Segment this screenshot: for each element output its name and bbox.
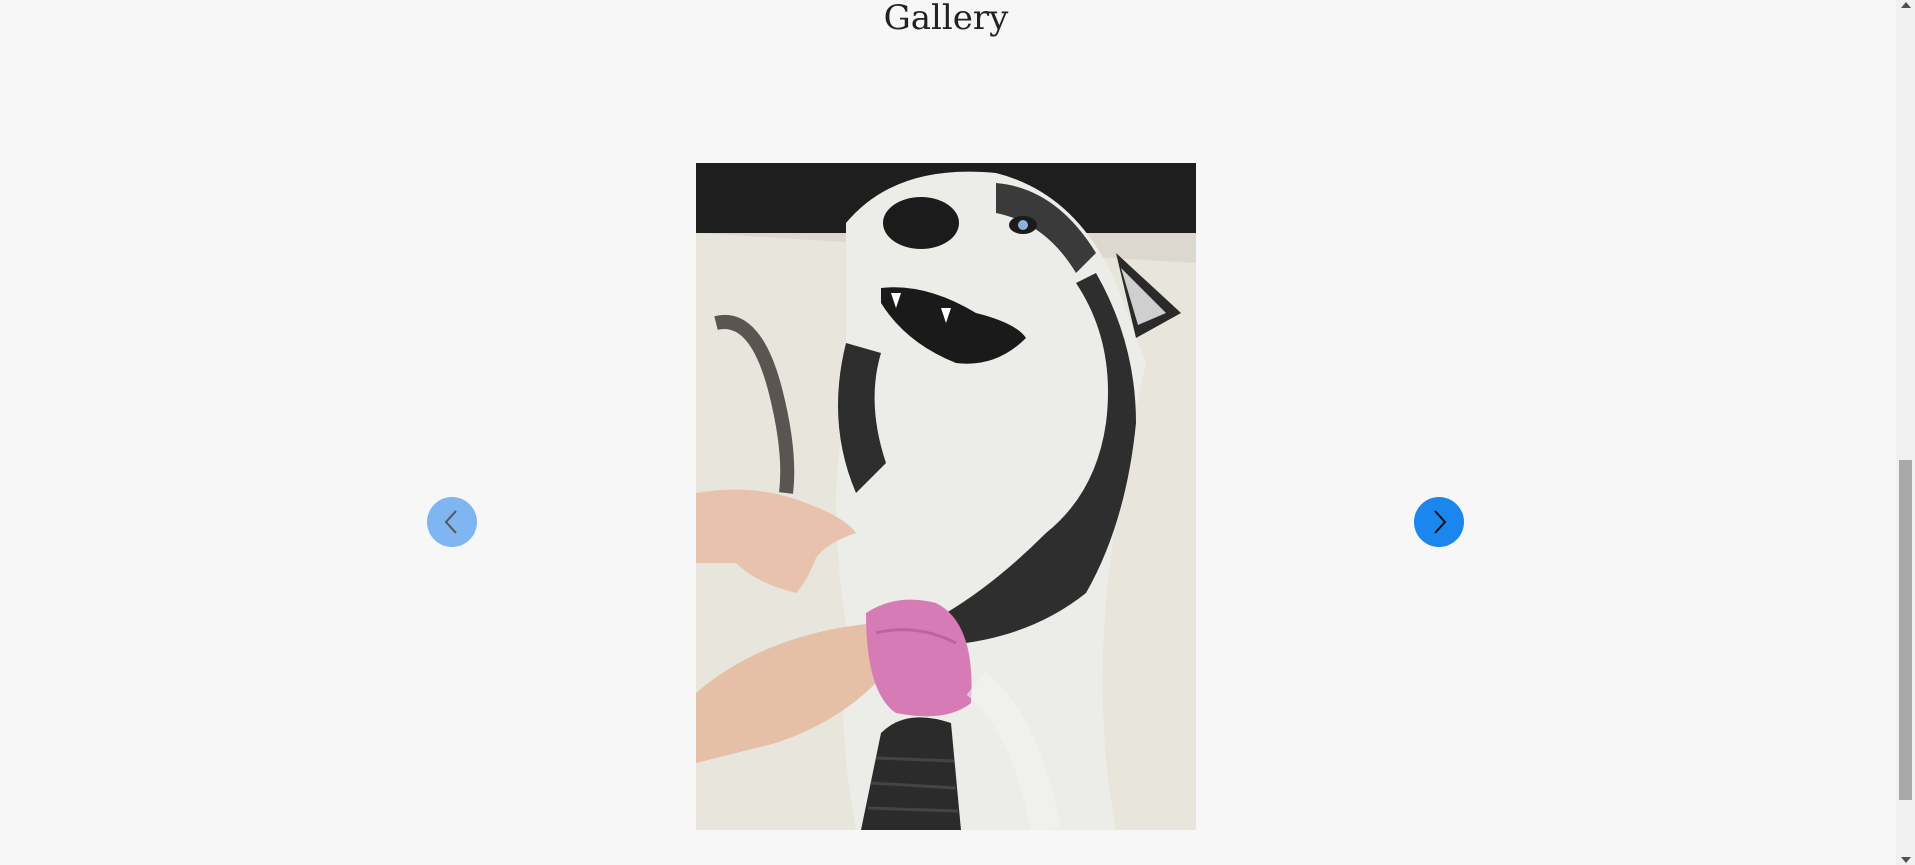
scrollbar-thumb[interactable] [1899, 460, 1912, 800]
scroll-up-arrow-icon[interactable] [1901, 2, 1911, 8]
carousel-next-button[interactable] [1414, 497, 1464, 547]
vertical-scrollbar[interactable] [1896, 0, 1915, 865]
carousel-prev-button[interactable] [427, 497, 477, 547]
gallery-title: Gallery [883, 0, 1009, 38]
chevron-left-icon [444, 510, 457, 534]
gallery-image [696, 163, 1196, 830]
page: Gallery [0, 0, 1915, 865]
scroll-down-arrow-icon[interactable] [1901, 857, 1911, 863]
chevron-right-icon [1434, 510, 1447, 534]
dog-photo [696, 163, 1196, 830]
